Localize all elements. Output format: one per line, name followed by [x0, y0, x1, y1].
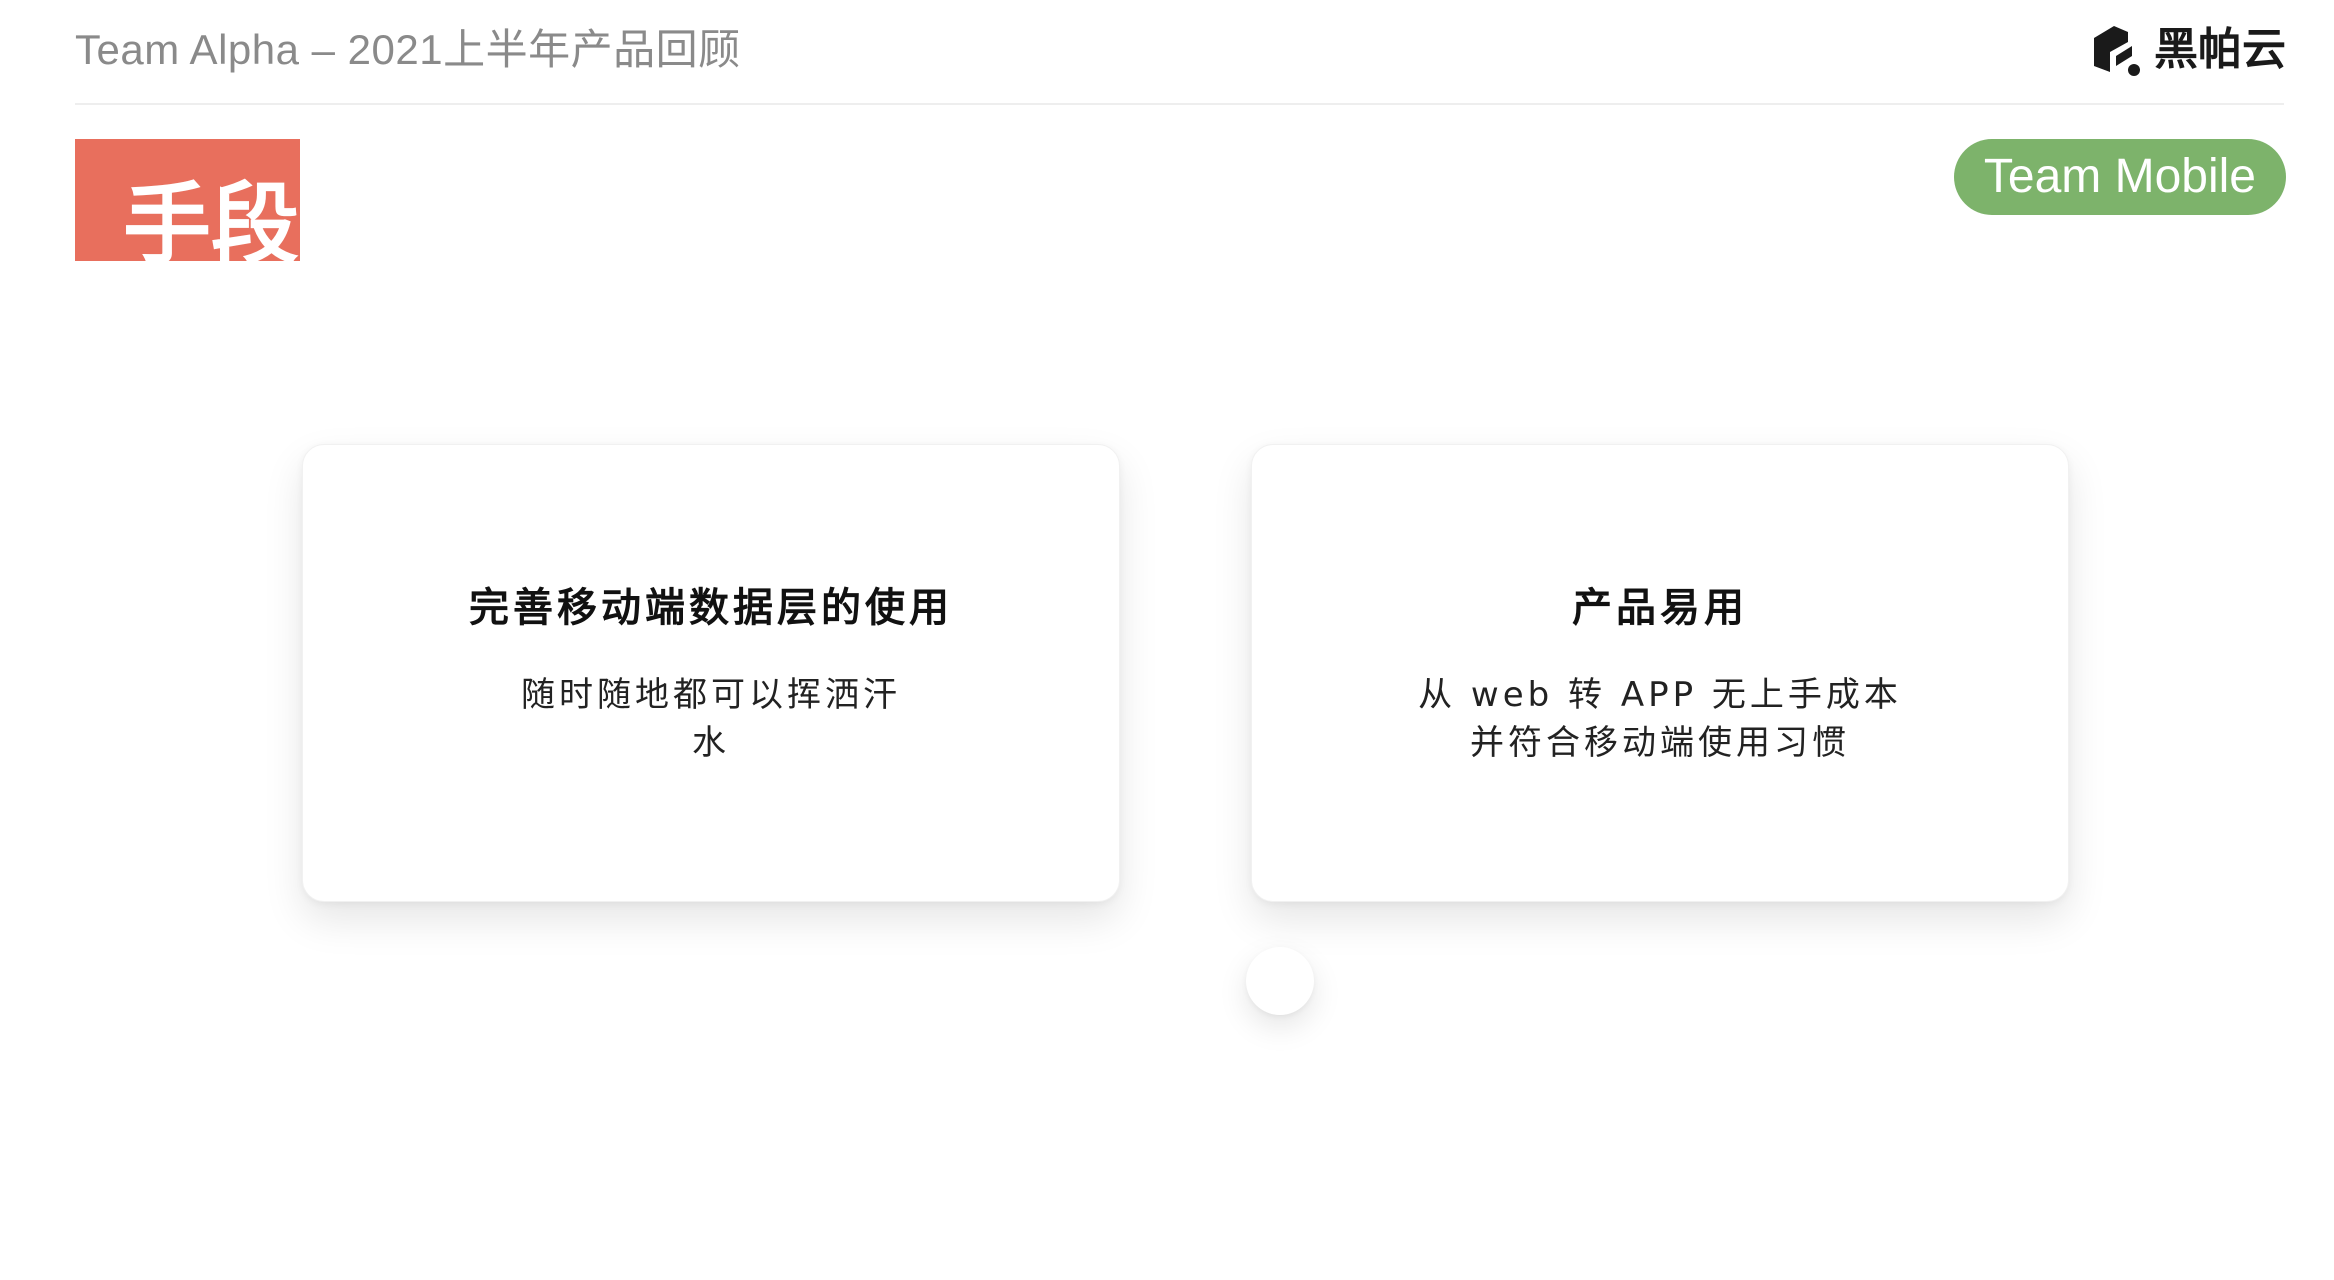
- card-title: 完善移动端数据层的使用: [469, 585, 953, 631]
- card-description-line: 水: [692, 723, 730, 763]
- card-title: 产品易用: [1572, 585, 1748, 631]
- team-badge: Team Mobile: [1953, 139, 2286, 215]
- brand-logo: 黑帕云: [2088, 20, 2286, 80]
- heipayun-logo-icon: [2094, 26, 2140, 76]
- feature-card-usability: 产品易用 从 web 转 APP 无上手成本 并符合移动端使用习惯: [1251, 444, 2069, 902]
- section-tag-label: 手段: [123, 173, 300, 262]
- section-tag: 手段: [75, 139, 300, 261]
- card-description: 随时随地都可以挥洒汗 水: [501, 671, 921, 767]
- card-description-line: 并符合移动端使用习惯: [1470, 723, 1850, 763]
- card-description: 从 web 转 APP 无上手成本 并符合移动端使用习惯: [1360, 671, 1960, 767]
- pagination-dot[interactable]: [1246, 947, 1314, 1015]
- card-description-line: 随时随地都可以挥洒汗: [521, 675, 901, 715]
- brand-name: 黑帕云: [2154, 24, 2286, 75]
- header-divider: [75, 103, 2284, 105]
- feature-card-mobile-data: 完善移动端数据层的使用 随时随地都可以挥洒汗 水: [302, 444, 1120, 902]
- card-description-line: 从 web 转 APP 无上手成本: [1418, 675, 1902, 715]
- page-title: Team Alpha – 2021上半年产品回顾: [75, 26, 741, 73]
